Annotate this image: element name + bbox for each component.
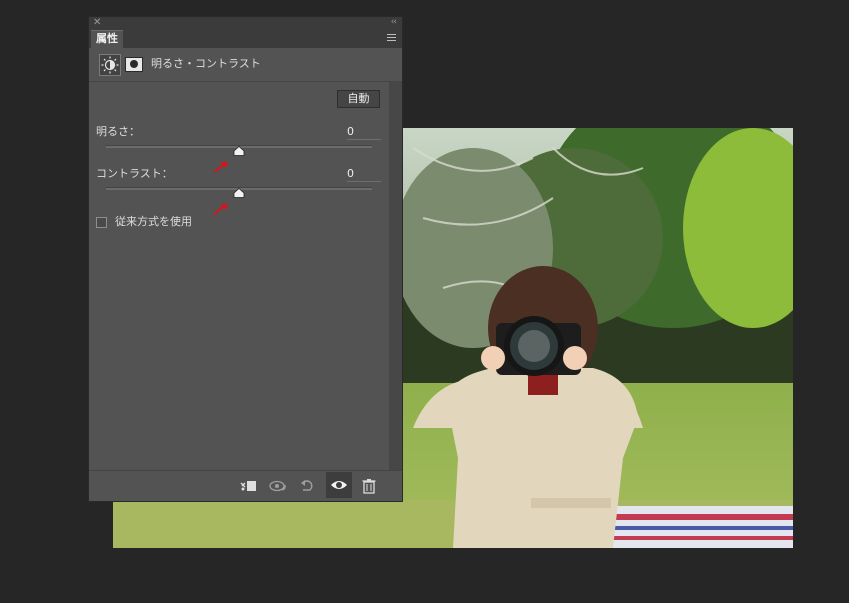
layer-mask-icon[interactable] — [125, 57, 143, 72]
trash-icon[interactable] — [360, 477, 378, 495]
view-previous-state-icon[interactable] — [269, 477, 287, 495]
annotation-arrow — [213, 203, 228, 215]
brightness-slider-thumb[interactable] — [233, 146, 245, 156]
annotation-arrow — [213, 161, 228, 173]
auto-button[interactable]: 自動 — [337, 90, 380, 108]
tab-properties[interactable]: 属性 — [91, 30, 123, 49]
visibility-toggle-button[interactable] — [326, 472, 352, 498]
reset-icon[interactable] — [298, 477, 316, 495]
brightness-label: 明るさ： — [96, 125, 140, 138]
workspace: ✕ ‹‹ 属性 明るさ・コントラスト 自動 明るさ： 0 コントラスト： 0 従… — [0, 0, 849, 603]
clip-to-layer-icon[interactable] — [239, 477, 257, 495]
collapse-icon[interactable]: ‹‹ — [391, 16, 397, 29]
panel-body: 自動 明るさ： 0 コントラスト： 0 従来方式を使用 — [89, 82, 389, 470]
brightness-contrast-icon[interactable] — [99, 54, 121, 76]
panel-titlebar[interactable]: ✕ ‹‹ — [89, 17, 402, 30]
panel-footer — [89, 470, 402, 501]
legacy-checkbox-label: 従来方式を使用 — [115, 215, 192, 228]
panel-tabbar: 属性 — [89, 30, 402, 49]
contrast-slider-thumb[interactable] — [233, 188, 245, 198]
eye-icon — [331, 481, 347, 489]
properties-panel: ✕ ‹‹ 属性 明るさ・コントラスト 自動 明るさ： 0 コントラスト： 0 従… — [88, 16, 403, 502]
legacy-checkbox[interactable] — [96, 217, 107, 228]
brightness-value-input[interactable]: 0 — [347, 125, 381, 140]
panel-scrollbar[interactable] — [389, 82, 402, 470]
close-icon[interactable]: ✕ — [93, 16, 101, 29]
adjustment-title: 明るさ・コントラスト — [151, 57, 261, 70]
adjustment-header: 明るさ・コントラスト — [89, 48, 402, 82]
contrast-value-input[interactable]: 0 — [347, 167, 381, 182]
contrast-label: コントラスト： — [96, 167, 173, 180]
panel-menu-icon[interactable] — [387, 34, 396, 42]
